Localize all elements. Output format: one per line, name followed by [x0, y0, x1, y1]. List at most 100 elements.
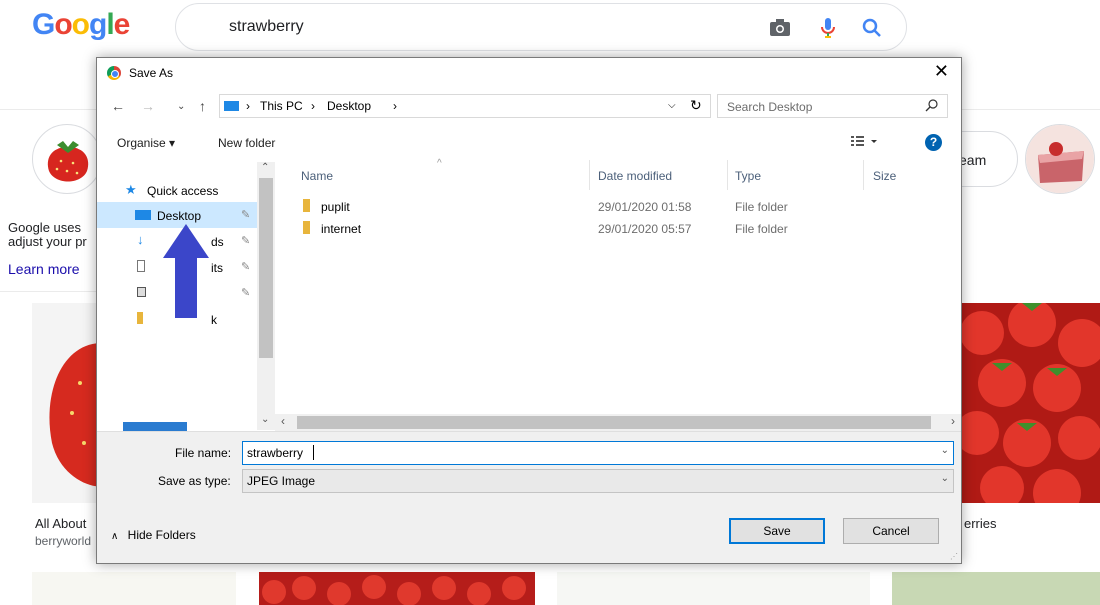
- column-header-name[interactable]: Name: [301, 169, 333, 183]
- chip-strawberry[interactable]: [32, 124, 102, 194]
- breadcrumb-desktop[interactable]: Desktop: [327, 99, 371, 113]
- google-logo[interactable]: Google: [32, 8, 131, 42]
- search-icon[interactable]: [860, 16, 884, 40]
- logo-letter: o: [54, 8, 72, 41]
- file-list-pane: ^ Name Date modified Type Size puplit 29…: [277, 158, 961, 414]
- scroll-right-icon[interactable]: ›: [951, 414, 955, 428]
- file-name-value: strawberry: [247, 446, 304, 460]
- google-search-bar[interactable]: strawberry: [175, 3, 907, 51]
- cancel-button[interactable]: Cancel: [843, 518, 939, 544]
- back-arrow-icon[interactable]: ←: [111, 98, 125, 114]
- file-row[interactable]: internet 29/01/2020 05:57 File folder: [289, 218, 949, 240]
- result-image-4[interactable]: [259, 572, 535, 605]
- help-icon[interactable]: ?: [925, 134, 942, 151]
- notice-divider: [0, 291, 96, 292]
- column-separator: [589, 160, 590, 190]
- file-name: puplit: [321, 200, 350, 214]
- result-image-5[interactable]: [557, 572, 870, 605]
- chevron-up-icon: ∧: [111, 531, 119, 542]
- scrollbar-thumb[interactable]: [259, 178, 273, 358]
- save-button[interactable]: Save: [729, 518, 825, 544]
- result1-title[interactable]: All About: [35, 516, 86, 531]
- chevron-down-icon[interactable]: ⌄: [941, 473, 949, 484]
- scroll-down-icon[interactable]: ⌄: [261, 414, 269, 425]
- result-image-1[interactable]: [32, 303, 96, 503]
- hide-folders-label: Hide Folders: [127, 528, 196, 542]
- search-placeholder: Search Desktop: [727, 100, 813, 114]
- scroll-left-icon[interactable]: ‹: [281, 414, 285, 428]
- logo-letter: l: [106, 8, 114, 41]
- dialog-title: Save As: [129, 66, 174, 80]
- result-image-3[interactable]: [32, 572, 236, 605]
- search-desktop-input[interactable]: Search Desktop: [717, 94, 948, 118]
- column-header-date[interactable]: Date modified: [598, 169, 672, 183]
- close-icon[interactable]: ✕: [934, 61, 949, 82]
- file-list-horizontal-scrollbar[interactable]: ‹ ›: [275, 414, 961, 431]
- file-row[interactable]: puplit 29/01/2020 01:58 File folder: [289, 196, 949, 218]
- pin-icon[interactable]: ✎: [241, 208, 250, 221]
- search-icon[interactable]: [925, 98, 939, 117]
- logo-letter: g: [89, 8, 107, 41]
- desktop-icon: [135, 210, 151, 220]
- refresh-icon[interactable]: ↻: [690, 97, 702, 114]
- cookie-notice-line1: Google uses: [8, 220, 81, 235]
- organise-label: Organise: [117, 136, 166, 150]
- column-header-type[interactable]: Type: [735, 169, 761, 183]
- save-as-type-label: Save as type:: [158, 474, 231, 488]
- chevron-down-icon[interactable]: ⌄: [941, 445, 949, 456]
- new-folder-button[interactable]: New folder: [218, 136, 275, 150]
- nav-pane-vertical-scrollbar[interactable]: ⌃ ⌄: [257, 162, 275, 430]
- forward-arrow-icon[interactable]: →: [141, 98, 155, 114]
- camera-icon[interactable]: [768, 16, 792, 40]
- file-name-label: File name:: [175, 446, 232, 460]
- pin-icon[interactable]: ✎: [241, 286, 250, 299]
- learn-more-link[interactable]: Learn more: [8, 261, 80, 277]
- save-as-type-value: JPEG Image: [247, 474, 316, 488]
- result-image-2[interactable]: [962, 303, 1100, 503]
- breadcrumb-separator-icon: ›: [311, 99, 315, 113]
- logo-letter: e: [113, 8, 131, 41]
- sort-indicator-icon: ^: [437, 158, 442, 169]
- file-type: File folder: [735, 200, 788, 214]
- folder-icon: [303, 199, 310, 212]
- nav-desktop-label: Desktop: [157, 209, 202, 223]
- hide-folders-button[interactable]: ∧ Hide Folders: [111, 528, 196, 542]
- column-header-size[interactable]: Size: [873, 169, 896, 183]
- chip-label: eam: [959, 152, 987, 168]
- save-as-type-select[interactable]: JPEG Image ⌄: [242, 469, 954, 493]
- file-date: 29/01/2020 01:58: [598, 200, 692, 214]
- picture-icon: [137, 287, 146, 297]
- nav-quick-access[interactable]: ★ Quick access: [97, 178, 257, 204]
- star-icon: ★: [125, 182, 137, 197]
- logo-letter: o: [71, 8, 90, 41]
- resize-grip-icon[interactable]: ⋰: [950, 552, 958, 561]
- dialog-footer: File name: strawberry ⌄ Save as type: JP…: [97, 431, 961, 563]
- file-name: internet: [321, 222, 362, 236]
- breadcrumb-separator-icon: ›: [393, 99, 397, 113]
- download-icon: ↓: [137, 232, 144, 247]
- nav-folder-label: k: [211, 313, 217, 327]
- microphone-icon[interactable]: [816, 16, 840, 40]
- file-type: File folder: [735, 222, 788, 236]
- file-date: 29/01/2020 05:57: [598, 222, 692, 236]
- folder-icon: [303, 221, 310, 234]
- result-image-6[interactable]: [892, 572, 1100, 605]
- chip-strawberry-cake[interactable]: [1025, 124, 1095, 194]
- organise-button[interactable]: Organise ▾: [117, 136, 175, 150]
- scrollbar-thumb[interactable]: [297, 416, 931, 429]
- up-arrow-icon[interactable]: ↑: [199, 98, 206, 114]
- this-pc-icon: [224, 101, 239, 111]
- onedrive-item-partial[interactable]: [123, 422, 187, 431]
- recent-locations-chevron-icon[interactable]: ⌄: [177, 101, 185, 112]
- breadcrumb-this-pc[interactable]: This PC: [260, 99, 303, 113]
- pin-icon[interactable]: ✎: [241, 260, 250, 273]
- address-dropdown-chevron-icon[interactable]: ⌵: [668, 100, 676, 111]
- pin-icon[interactable]: ✎: [241, 234, 250, 247]
- scroll-up-icon[interactable]: ⌃: [261, 162, 269, 173]
- breadcrumb-separator-icon: ›: [246, 99, 250, 113]
- view-options-icon[interactable]: [851, 135, 879, 150]
- result2-title[interactable]: erries: [964, 516, 997, 531]
- search-query[interactable]: strawberry: [229, 18, 304, 36]
- address-bar[interactable]: › This PC › Desktop › ⌵ ↻: [219, 94, 711, 118]
- file-name-field[interactable]: strawberry ⌄: [242, 441, 954, 465]
